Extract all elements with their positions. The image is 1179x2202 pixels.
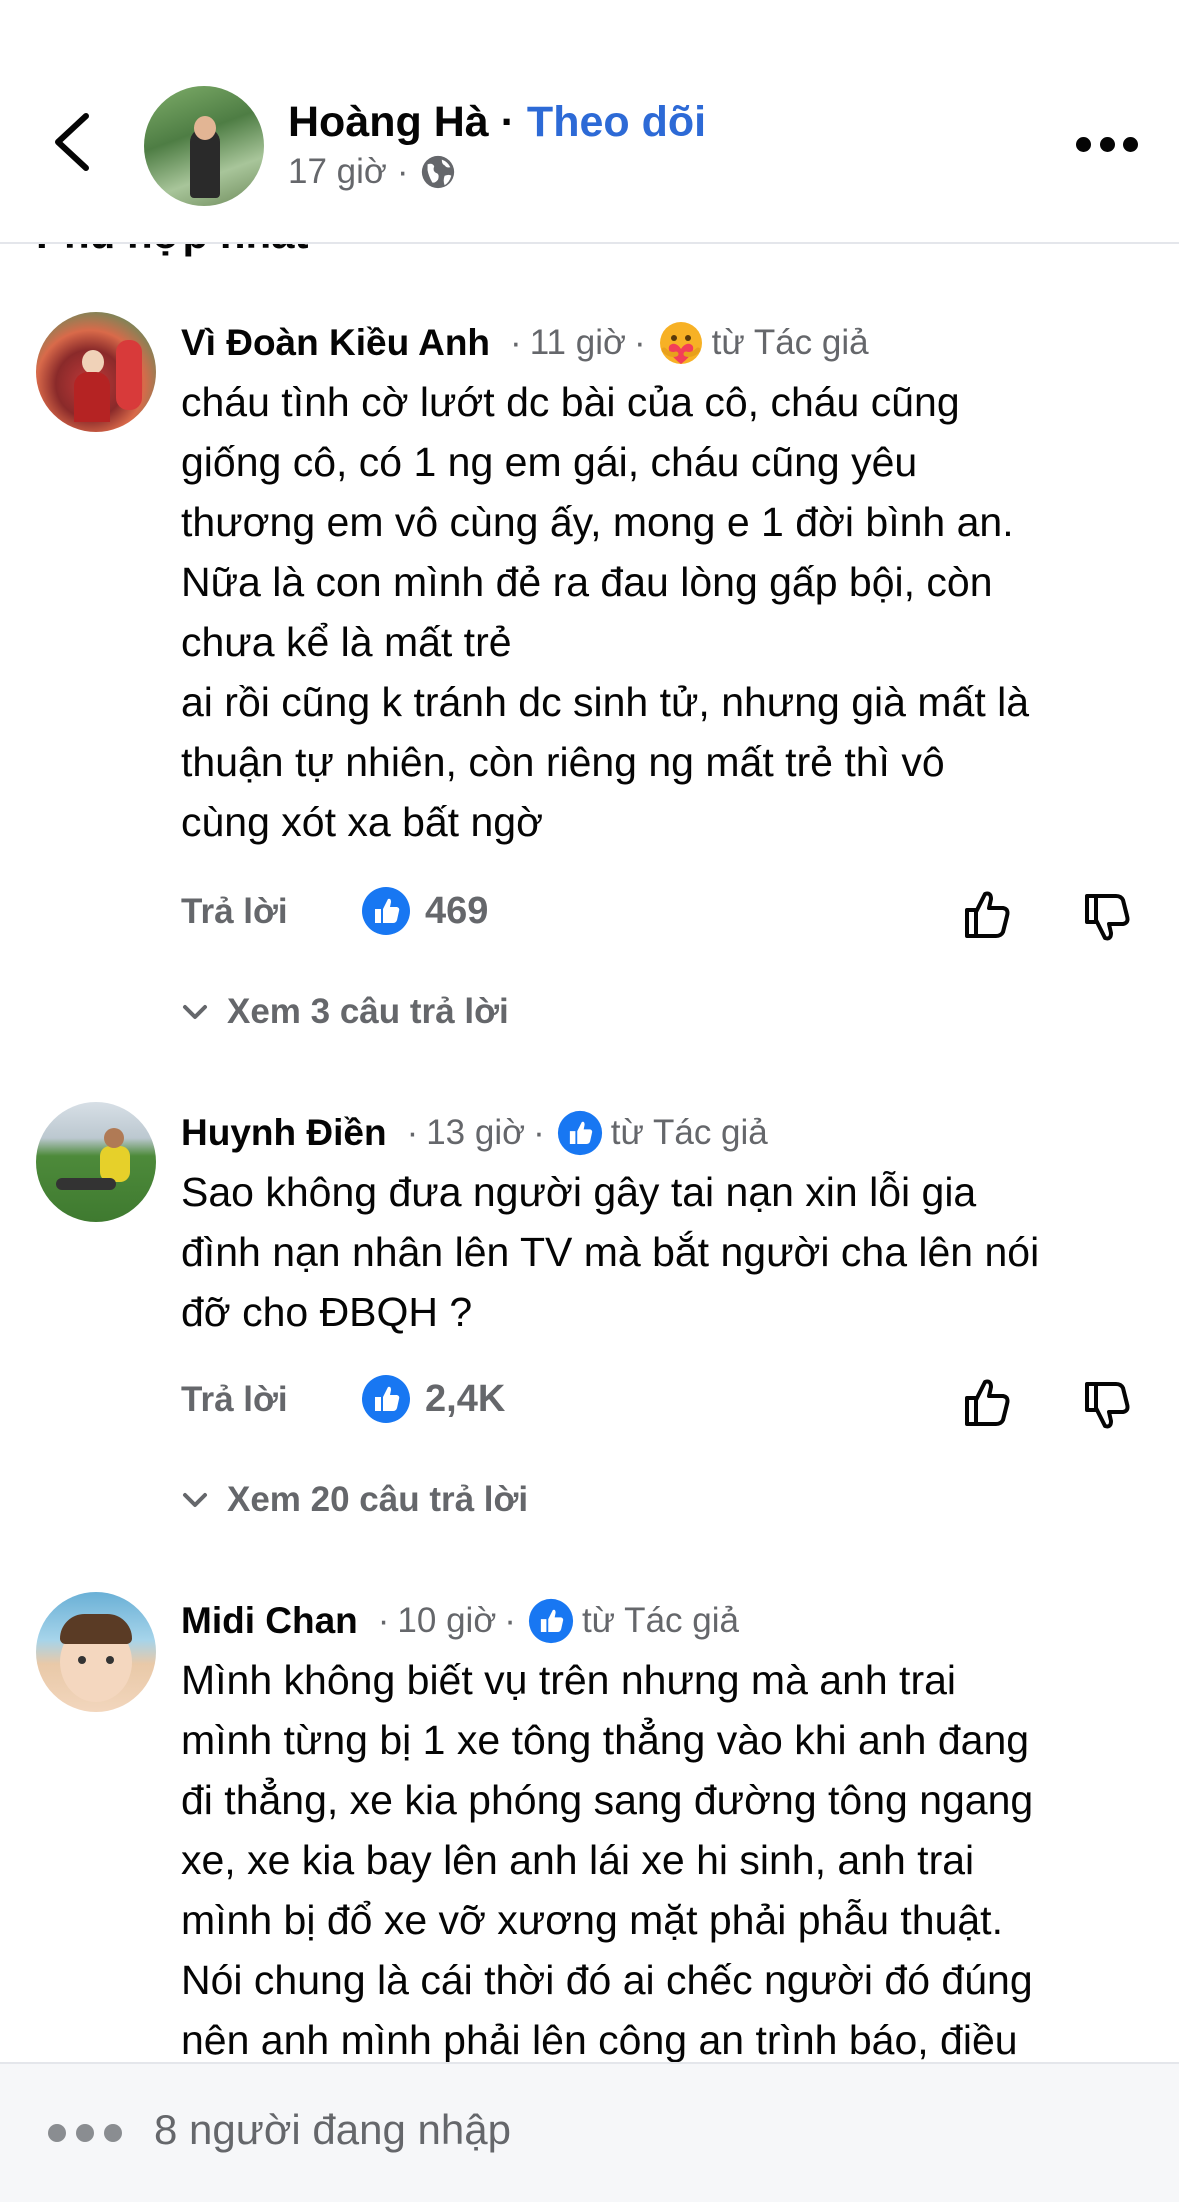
- from-author-label: từ Tác giả: [610, 1113, 768, 1152]
- back-arrow-icon[interactable]: [48, 110, 96, 174]
- comment-meta: Vì Đoàn Kiều Anh · 11 giờ · từ Tác giả: [181, 320, 869, 366]
- chevron-down-icon: [183, 1005, 207, 1019]
- reply-button[interactable]: Trả lời: [181, 892, 288, 932]
- author-name[interactable]: Hoàng Hà: [288, 98, 489, 146]
- comment-time: 10 giờ: [397, 1601, 497, 1640]
- commenter-name[interactable]: Midi Chan: [181, 1600, 358, 1642]
- meta-separator: ·: [510, 323, 522, 362]
- author-avatar[interactable]: [144, 86, 264, 206]
- like-reaction-icon: [528, 1598, 574, 1644]
- like-summary[interactable]: 469: [361, 886, 488, 936]
- meta-separator: ·: [533, 1113, 545, 1152]
- like-count: 2,4K: [425, 1377, 506, 1420]
- see-replies-link[interactable]: Xem 3 câu trả lời: [181, 992, 509, 1032]
- thumbs-down-icon[interactable]: [1081, 1378, 1133, 1434]
- meta-separator: ·: [406, 1113, 419, 1152]
- comment-text: Sao không đưa người gây tai nạn xin lỗi …: [181, 1169, 1040, 1335]
- comment-time: 13 giờ: [426, 1113, 526, 1152]
- commenter-avatar[interactable]: [36, 312, 156, 432]
- commenter-avatar[interactable]: [36, 1102, 156, 1222]
- meta-separator: ·: [504, 1601, 516, 1640]
- like-reaction-icon: [557, 1110, 602, 1156]
- like-reaction-icon: [362, 1375, 410, 1423]
- comment-actions: Trả lời 469: [181, 886, 1171, 946]
- more-options-icon[interactable]: [1076, 134, 1138, 154]
- thumbs-down-icon[interactable]: [1081, 890, 1133, 946]
- thumbs-up-icon[interactable]: [961, 1374, 1013, 1430]
- from-author-label: từ Tác giả: [711, 323, 869, 362]
- see-replies-label: Xem 20 câu trả lời: [227, 1480, 529, 1519]
- comment-text: cháu tình cờ lướt dc bài của cô, cháu cũ…: [181, 379, 1030, 845]
- comment-time: 11 giờ: [529, 323, 626, 362]
- from-author-label: từ Tác giả: [581, 1601, 739, 1640]
- typing-text: 8 người đang nhập: [154, 2106, 511, 2153]
- see-replies-label: Xem 3 câu trả lời: [227, 992, 509, 1031]
- meta-separator: ·: [377, 1601, 390, 1640]
- post-meta: 17 giờ ·: [288, 152, 457, 192]
- commenter-avatar[interactable]: [36, 1592, 156, 1712]
- globe-icon: [421, 155, 454, 189]
- comment-text: Mình không biết vụ trên nhưng mà anh tra…: [181, 1657, 1034, 2063]
- like-summary[interactable]: 2,4K: [361, 1374, 505, 1424]
- meta-separator: ·: [633, 323, 646, 362]
- title-separator: ·: [500, 98, 515, 146]
- reply-button[interactable]: Trả lời: [181, 1380, 288, 1420]
- typing-dots-icon: [48, 2124, 122, 2142]
- typing-indicator-bar: 8 người đang nhập: [0, 2062, 1179, 2202]
- comment-meta: Huynh Điền · 13 giờ · từ Tác giả: [181, 1110, 768, 1156]
- follow-button[interactable]: Theo dõi: [527, 98, 706, 146]
- care-reaction-icon: [659, 322, 702, 364]
- see-replies-link[interactable]: Xem 20 câu trả lời: [181, 1480, 528, 1520]
- thumbs-up-icon[interactable]: [961, 886, 1013, 942]
- meta-separator: ·: [396, 152, 409, 191]
- commenter-name[interactable]: Vì Đoàn Kiều Anh: [181, 322, 490, 364]
- like-reaction-icon: [362, 887, 410, 935]
- like-count: 469: [425, 889, 489, 932]
- post-time: 17 giờ: [288, 152, 387, 191]
- comment-actions: Trả lời 2,4K: [181, 1374, 1171, 1434]
- comment-meta: Midi Chan · 10 giờ · từ Tác giả: [181, 1598, 739, 1644]
- chevron-down-icon: [183, 1493, 207, 1507]
- header-title: Hoàng Hà · Theo dõi: [288, 98, 706, 147]
- post-header: Hoàng Hà · Theo dõi 17 giờ ·: [0, 0, 1179, 244]
- commenter-name[interactable]: Huynh Điền: [181, 1112, 387, 1154]
